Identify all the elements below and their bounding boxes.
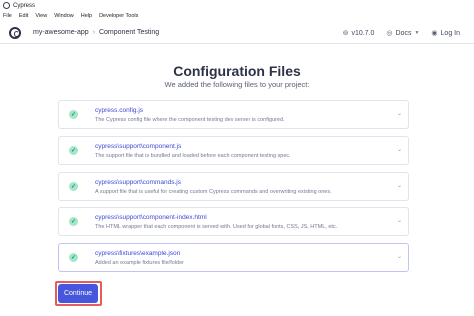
chevron-down-icon[interactable]: ⌄ <box>397 146 402 153</box>
check-icon: ✓ <box>69 146 78 155</box>
file-card-component-index[interactable]: ✓ cypress\support\component-index.html T… <box>58 207 409 236</box>
menu-file[interactable]: File <box>3 13 12 19</box>
login-button[interactable]: ◉ Log In <box>431 29 460 38</box>
docs-button[interactable]: ◎ Docs ▼ <box>386 29 420 38</box>
chevron-down-icon[interactable]: ⌄ <box>397 182 402 189</box>
file-card-support-component[interactable]: ✓ cypress\support\component.js The suppo… <box>58 136 409 165</box>
file-name: cypress\support\component-index.html <box>95 214 207 221</box>
file-name: cypress\fixtures\example.json <box>95 250 181 257</box>
chevron-down-icon[interactable]: ⌄ <box>397 110 402 117</box>
file-card-support-commands[interactable]: ✓ cypress\support\commands.js A support … <box>58 172 409 201</box>
app-header: my-awesome-app › Component Testing ⊚ v10… <box>0 22 474 44</box>
menu-view[interactable]: View <box>35 13 47 19</box>
window-title: Cypress <box>13 2 36 9</box>
menu-edit[interactable]: Edit <box>19 13 28 19</box>
docs-label: Docs <box>395 29 412 37</box>
user-icon: ◉ <box>431 30 438 37</box>
file-description: The support file that is bundled and loa… <box>95 153 291 159</box>
menu-developer-tools[interactable]: Developer Tools <box>99 13 138 19</box>
breadcrumb: my-awesome-app › Component Testing <box>33 29 159 36</box>
version-label: v10.7.0 <box>351 29 375 37</box>
file-name: cypress.config.js <box>95 107 144 114</box>
window-titlebar: Cypress <box>0 0 474 11</box>
file-card-fixtures[interactable]: ✓ cypress\fixtures\example.json Added an… <box>58 243 409 272</box>
cypress-logo-icon <box>9 26 21 39</box>
check-icon: ✓ <box>69 217 78 226</box>
file-description: The HTML wrapper that each component is … <box>95 224 338 230</box>
check-icon: ✓ <box>69 253 78 262</box>
file-description: Added an example fixtures file/folder <box>95 260 184 266</box>
check-icon: ✓ <box>69 110 78 119</box>
breadcrumb-separator-icon: › <box>92 29 95 36</box>
check-icon: ✓ <box>69 182 78 191</box>
file-description: A support file that is useful for creati… <box>95 189 332 195</box>
breadcrumb-section: Component Testing <box>98 29 160 36</box>
version-button[interactable]: ⊚ v10.7.0 <box>342 29 375 38</box>
breadcrumb-project[interactable]: my-awesome-app <box>33 29 89 36</box>
menu-help[interactable]: Help <box>81 13 92 19</box>
file-name: cypress\support\commands.js <box>95 179 181 186</box>
chevron-down-icon[interactable]: ⌄ <box>397 253 402 260</box>
file-name: cypress\support\component.js <box>95 143 182 150</box>
file-description: The Cypress config file where the compon… <box>95 117 285 123</box>
login-label: Log In <box>440 29 460 37</box>
continue-button[interactable]: Continue <box>58 284 98 303</box>
chevron-down-icon[interactable]: ⌄ <box>397 217 402 224</box>
file-card-config[interactable]: ✓ cypress.config.js The Cypress config f… <box>58 100 409 129</box>
page-title: Configuration Files <box>173 63 301 79</box>
docs-icon: ◎ <box>386 30 393 37</box>
chevron-down-icon: ▼ <box>414 30 420 36</box>
cypress-app-icon <box>3 2 10 9</box>
version-icon: ⊚ <box>342 30 349 37</box>
menu-window[interactable]: Window <box>54 13 74 19</box>
page-subtitle: We added the following files to your pro… <box>164 80 310 89</box>
menu-bar: File Edit View Window Help Developer Too… <box>0 11 474 21</box>
